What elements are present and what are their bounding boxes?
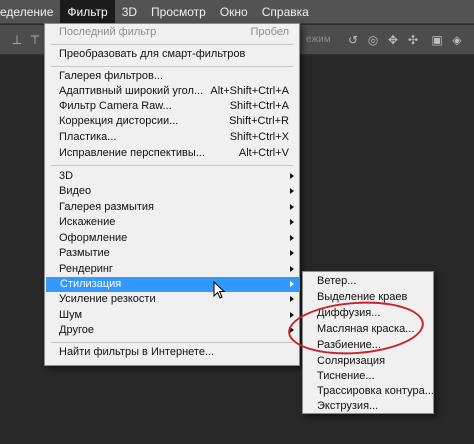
menu-separator	[51, 165, 293, 166]
menu-item-label: Найти фильтры в Интернете...	[59, 346, 215, 358]
submenu-arrow-icon	[290, 296, 294, 302]
submenu-arrow-icon	[290, 266, 294, 272]
menu-item-other[interactable]: Другое	[45, 323, 299, 338]
menu-item-3d[interactable]: 3D	[45, 169, 299, 184]
submenu-arrow-icon	[290, 312, 294, 318]
menu-item-noise[interactable]: Шум	[45, 308, 299, 323]
menu-item-vanishing-point[interactable]: Исправление перспективы... Alt+Ctrl+V	[45, 146, 299, 161]
submenu-item-label: Экструзия...	[317, 400, 379, 412]
menu-3d[interactable]: 3D	[115, 0, 144, 24]
submenu-arrow-icon	[290, 250, 294, 256]
menu-item-render[interactable]: Рендеринг	[45, 262, 299, 277]
menu-item-adaptive-wide-angle[interactable]: Адаптивный широкий угол... Alt+Shift+Ctr…	[45, 84, 299, 99]
submenu-item-extrude[interactable]: Экструзия...	[303, 399, 433, 414]
menu-item-shortcut: Alt+Shift+Ctrl+A	[210, 85, 289, 97]
menu-item-browse-online[interactable]: Найти фильтры в Интернете...	[45, 345, 299, 360]
menu-item-filter-gallery[interactable]: Галерея фильтров...	[45, 69, 299, 84]
submenu-arrow-icon	[290, 219, 294, 225]
menu-item-shortcut: Пробел	[250, 26, 290, 38]
submenu-item-trace-contour[interactable]: Трассировка контура...	[303, 384, 434, 399]
menu-item-label: Искажение	[59, 216, 116, 228]
menu-item-label: Оформление	[59, 232, 128, 244]
menu-item-blur-gallery[interactable]: Галерея размытия	[45, 200, 299, 215]
menu-item-label: Усиление резкости	[59, 293, 156, 305]
menu-item-label: Галерея фильтров...	[59, 70, 164, 82]
menu-item-label: Фильтр Camera Raw...	[59, 100, 172, 112]
scale-icon[interactable]: ◈	[450, 33, 464, 47]
menu-item-shortcut: Shift+Ctrl+R	[229, 115, 289, 127]
video-icon[interactable]: ▣	[430, 33, 444, 47]
menu-item-pixelate[interactable]: Оформление	[45, 231, 299, 246]
menu-item-shortcut: Alt+Ctrl+V	[238, 147, 289, 159]
menu-item-label: Стилизация	[60, 278, 122, 290]
submenu-item-label: Трассировка контура...	[317, 385, 434, 397]
menu-separator	[51, 44, 293, 45]
menu-help[interactable]: Справка	[255, 0, 316, 24]
menu-separator	[51, 342, 293, 343]
menu-item-label: Коррекция дисторсии...	[59, 115, 179, 127]
menu-item-label: Галерея размытия	[59, 201, 155, 213]
menu-separator	[51, 66, 293, 67]
orbit-icon[interactable]: ◎	[366, 33, 380, 47]
menu-select[interactable]: еделение	[0, 0, 60, 24]
submenu-item-emboss[interactable]: Тиснение...	[303, 369, 433, 384]
menu-item-sharpen[interactable]: Усиление резкости	[45, 292, 299, 307]
menu-item-video[interactable]: Видео	[45, 184, 299, 199]
menubar: еделение Фильтр 3D Просмотр Окно Справка	[0, 0, 474, 24]
mode-label: ежим	[306, 34, 331, 45]
filter-menu: Последний фильтр Пробел Преобразовать дл…	[44, 23, 300, 366]
menu-item-shortcut: Shift+Ctrl+A	[229, 100, 289, 112]
submenu-item-wind[interactable]: Ветер...	[303, 274, 433, 289]
menu-item-liquify[interactable]: Пластика... Shift+Ctrl+X	[45, 130, 299, 145]
rotate-3d-icon[interactable]: ↺	[346, 33, 360, 47]
menu-item-label: Пластика...	[59, 131, 117, 143]
submenu-arrow-icon	[290, 188, 294, 194]
menu-item-label: Рендеринг	[59, 263, 113, 275]
menu-window[interactable]: Окно	[213, 0, 255, 24]
submenu-arrow-icon	[290, 281, 294, 287]
menu-item-last-filter: Последний фильтр Пробел	[45, 25, 299, 40]
menu-item-label: Шум	[59, 309, 83, 321]
menu-item-smart-filters[interactable]: Преобразовать для смарт-фильтров	[45, 47, 299, 62]
submenu-arrow-icon	[290, 235, 294, 241]
align-center-icon[interactable]: ⊤	[28, 33, 42, 47]
menu-item-label: Исправление перспективы...	[59, 147, 205, 159]
menu-item-blur[interactable]: Размытие	[45, 246, 299, 261]
menu-item-label: Другое	[59, 324, 94, 336]
menu-view[interactable]: Просмотр	[144, 0, 213, 24]
menu-item-label: Преобразовать для смарт-фильтров	[59, 48, 246, 60]
submenu-item-label: Тиснение...	[317, 370, 375, 382]
menu-item-label: Размытие	[59, 247, 110, 259]
pan-icon[interactable]: ✥	[386, 33, 400, 47]
menu-item-stylize[interactable]: Стилизация	[46, 277, 299, 292]
menu-item-label: 3D	[59, 170, 74, 182]
menu-item-label: Адаптивный широкий угол...	[59, 85, 204, 97]
submenu-item-solarize[interactable]: Соляризация	[303, 354, 433, 369]
align-icon[interactable]: ⊥	[10, 33, 24, 47]
menu-filter[interactable]: Фильтр	[60, 0, 115, 24]
submenu-arrow-icon	[290, 204, 294, 210]
menu-item-distort[interactable]: Искажение	[45, 215, 299, 230]
menu-item-label: Последний фильтр	[59, 26, 157, 38]
slide-icon[interactable]: ✣	[406, 33, 420, 47]
submenu-arrow-icon	[290, 173, 294, 179]
mouse-cursor-icon	[213, 281, 225, 299]
menu-item-shortcut: Shift+Ctrl+X	[229, 131, 289, 143]
menu-item-label: Видео	[59, 185, 92, 197]
menu-item-lens-correction[interactable]: Коррекция дисторсии... Shift+Ctrl+R	[45, 114, 299, 129]
menu-item-camera-raw[interactable]: Фильтр Camera Raw... Shift+Ctrl+A	[45, 99, 299, 114]
submenu-item-label: Соляризация	[317, 355, 386, 367]
submenu-item-label: Ветер...	[317, 275, 357, 287]
